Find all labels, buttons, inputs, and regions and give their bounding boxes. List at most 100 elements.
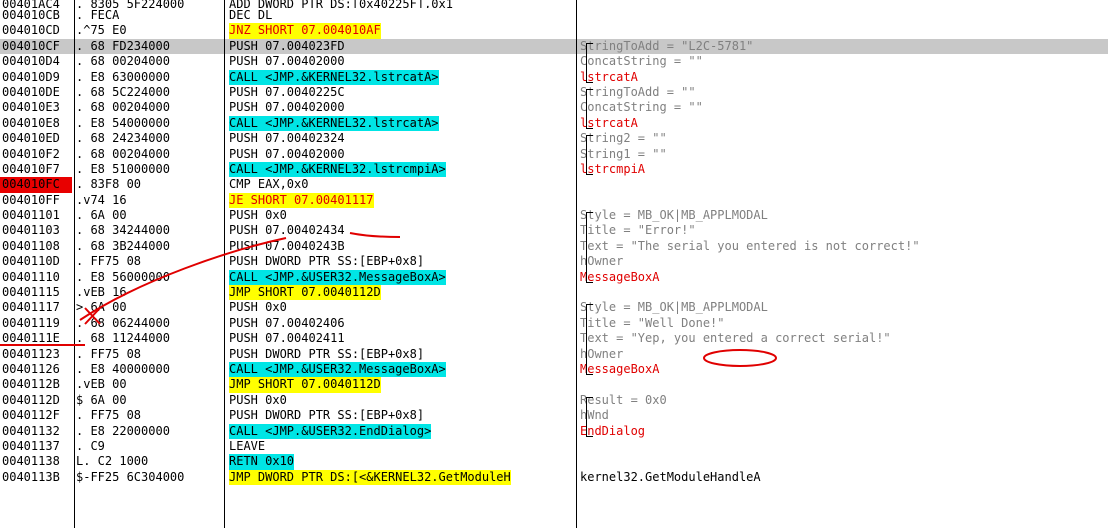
table-row[interactable]: 004010ED . 68 24234000 PUSH 07.00402324 Str…: [0, 131, 1108, 146]
disassembly-cell[interactable]: PUSH 07.00402411: [229, 331, 345, 346]
table-row[interactable]: 0040111E . 68 11244000 PUSH 07.00402411 Tex…: [0, 331, 1108, 346]
hex-dump-cell[interactable]: .vEB 16: [76, 285, 222, 300]
disassembly-cell[interactable]: ADD DWORD PTR DS:[0x40225F],0x1: [229, 0, 453, 8]
disassembly-cell[interactable]: CALL <JMP.&USER32.MessageBoxA>: [229, 269, 446, 286]
table-row[interactable]: 00401101 . 6A 00 PUSH 0x0 Style = MB_OK|MB_…: [0, 208, 1108, 223]
address-cell[interactable]: 0040111E: [0, 331, 72, 346]
table-row[interactable]: 004010FF .v74 16 JE SHORT 07.00401117: [0, 192, 1108, 209]
disassembly-cell[interactable]: PUSH 0x0: [229, 393, 287, 408]
table-row[interactable]: 004010D9 . E8 63000000 CALL <JMP.&KERNEL32…: [0, 69, 1108, 85]
table-row[interactable]: 00401132 . E8 22000000 CALL <JMP.&USER32.E…: [0, 423, 1108, 439]
table-row[interactable]: 00401138 L. C2 1000 RETN 0x10: [0, 454, 1108, 470]
address-cell[interactable]: 00401110: [0, 270, 72, 285]
hex-dump-cell[interactable]: . 68 00204000: [76, 147, 222, 162]
hex-dump-cell[interactable]: . 68 00204000: [76, 100, 222, 115]
table-row[interactable]: 004010DE . 68 5C224000 PUSH 07.0040225C Str…: [0, 85, 1108, 100]
hex-dump-cell[interactable]: L. C2 1000: [76, 454, 222, 469]
comment-cell[interactable]: hWnd: [580, 408, 609, 423]
table-row[interactable]: 00401110 . E8 56000000 CALL <JMP.&USER32.M…: [0, 269, 1108, 286]
hex-dump-cell[interactable]: . 68 3B244000: [76, 239, 222, 254]
hex-dump-cell[interactable]: . FECA: [76, 8, 222, 23]
hex-dump-cell[interactable]: . 68 24234000: [76, 131, 222, 146]
address-cell[interactable]: 00401126: [0, 362, 72, 377]
disassembly-cell[interactable]: PUSH 07.0040225C: [229, 85, 345, 100]
disassembly-cell[interactable]: CALL <JMP.&KERNEL32.lstrcatA>: [229, 115, 439, 132]
disassembly-cell[interactable]: PUSH DWORD PTR SS:[EBP+0x8]: [229, 347, 424, 362]
address-cell[interactable]: 00401138: [0, 454, 72, 469]
disassembly-cell[interactable]: PUSH 07.00402000: [229, 100, 345, 115]
hex-dump-cell[interactable]: . E8 51000000: [76, 162, 222, 177]
disassembly-cell[interactable]: PUSH 07.00402000: [229, 54, 345, 69]
table-row[interactable]: 00401137 . C9 LEAVE: [0, 439, 1108, 454]
disassembly-cell[interactable]: PUSH 0x0: [229, 300, 287, 315]
table-row[interactable]: 00401126 . E8 40000000 CALL <JMP.&USER32.M…: [0, 361, 1108, 378]
table-row[interactable]: 00401115 .vEB 16 JMP SHORT 07.0040112D: [0, 285, 1108, 301]
disassembly-cell[interactable]: LEAVE: [229, 439, 265, 454]
table-row[interactable]: 004010CD .^75 E0 JNZ SHORT 07.004010AF: [0, 23, 1108, 39]
hex-dump-cell[interactable]: . FF75 08: [76, 347, 222, 362]
comment-cell[interactable]: Text = "The serial you entered is not co…: [580, 239, 920, 254]
hex-dump-cell[interactable]: . E8 22000000: [76, 424, 222, 439]
disassembly-cell[interactable]: RETN 0x10: [229, 454, 295, 470]
address-cell[interactable]: 004010ED: [0, 131, 72, 146]
address-cell[interactable]: 0040112F: [0, 408, 72, 423]
address-cell[interactable]: 00401103: [0, 223, 72, 238]
address-cell[interactable]: 00401132: [0, 424, 72, 439]
table-row[interactable]: 004010FC . 83F8 00 CMP EAX,0x0: [0, 177, 1108, 193]
address-cell[interactable]: 00401108: [0, 239, 72, 254]
comment-cell[interactable]: Style = MB_OK|MB_APPLMODAL: [580, 208, 768, 223]
comment-cell[interactable]: Text = "Yep, you entered a correct seria…: [580, 331, 891, 346]
address-cell[interactable]: 004010E3: [0, 100, 72, 115]
comment-cell[interactable]: StringToAdd = "": [580, 85, 696, 100]
comment-cell[interactable]: String2 = "": [580, 131, 667, 146]
table-row[interactable]: 00401108 . 68 3B244000 PUSH 07.0040243B Tex…: [0, 239, 1108, 254]
table-row[interactable]: 00401AC4 . 8305 5F224000 ADD DWORD PTR DS:…: [0, 0, 1108, 8]
disassembly-cell[interactable]: PUSH 07.0040243B: [229, 239, 345, 254]
disassembly-cell[interactable]: PUSH 07.00402406: [229, 316, 345, 331]
disassembly-cell[interactable]: CALL <JMP.&USER32.EndDialog>: [229, 423, 432, 439]
table-row[interactable]: 004010E3 . 68 00204000 PUSH 07.00402000 Con…: [0, 100, 1108, 115]
address-cell[interactable]: 004010E8: [0, 116, 72, 131]
comment-cell[interactable]: Title = "Error!": [580, 223, 696, 238]
address-cell[interactable]: 00401123: [0, 347, 72, 362]
address-cell[interactable]: 004010F2: [0, 147, 72, 162]
hex-dump-cell[interactable]: . E8 40000000: [76, 362, 222, 377]
hex-dump-cell[interactable]: . 68 5C224000: [76, 85, 222, 100]
disassembly-pane[interactable]: 00401AC4 . 8305 5F224000 ADD DWORD PTR DS:…: [0, 0, 1108, 486]
hex-dump-cell[interactable]: . 68 FD234000: [76, 39, 222, 54]
address-cell[interactable]: 0040113B: [0, 470, 72, 485]
hex-dump-cell[interactable]: $ 6A 00: [76, 393, 222, 408]
comment-cell[interactable]: Result = 0x0: [580, 393, 667, 408]
disassembly-cell[interactable]: JMP SHORT 07.0040112D: [229, 285, 381, 301]
address-cell[interactable]: 00401117: [0, 300, 72, 315]
hex-dump-cell[interactable]: . 83F8 00: [76, 177, 222, 192]
address-cell[interactable]: 00401101: [0, 208, 72, 223]
table-row[interactable]: 00401117 > 6A 00 PUSH 0x0 Style = MB_OK|MB_…: [0, 300, 1108, 315]
table-row[interactable]: 004010F2 . 68 00204000 PUSH 07.00402000 Str…: [0, 147, 1108, 162]
disassembly-cell[interactable]: PUSH DWORD PTR SS:[EBP+0x8]: [229, 254, 424, 269]
hex-dump-cell[interactable]: . 68 06244000: [76, 316, 222, 331]
table-row[interactable]: 0040112D $ 6A 00 PUSH 0x0 Result = 0x0: [0, 393, 1108, 408]
address-cell[interactable]: 0040112D: [0, 393, 72, 408]
disassembly-cell[interactable]: PUSH 07.00402000: [229, 147, 345, 162]
address-cell[interactable]: 00401115: [0, 285, 72, 300]
hex-dump-cell[interactable]: > 6A 00: [76, 300, 222, 315]
disassembly-cell[interactable]: JNZ SHORT 07.004010AF: [229, 23, 381, 39]
table-row[interactable]: 0040113B $-FF25 6C304000 JMP DWORD PTR DS:…: [0, 469, 1108, 486]
address-cell[interactable]: 004010CB: [0, 8, 72, 23]
hex-dump-cell[interactable]: . FF75 08: [76, 254, 222, 269]
hex-dump-cell[interactable]: . C9: [76, 439, 222, 454]
table-row[interactable]: 0040112F . FF75 08 PUSH DWORD PTR SS:[EBP+…: [0, 408, 1108, 423]
disassembly-cell[interactable]: PUSH 0x0: [229, 208, 287, 223]
comment-cell[interactable]: Style = MB_OK|MB_APPLMODAL: [580, 300, 768, 315]
table-row[interactable]: 00401119 . 68 06244000 PUSH 07.00402406 Tit…: [0, 316, 1108, 331]
hex-dump-cell[interactable]: .vEB 00: [76, 377, 222, 392]
hex-dump-cell[interactable]: . E8 63000000: [76, 70, 222, 85]
address-cell[interactable]: 0040112B: [0, 377, 72, 392]
hex-dump-cell[interactable]: . 6A 00: [76, 208, 222, 223]
disassembly-cell[interactable]: CALL <JMP.&USER32.MessageBoxA>: [229, 361, 446, 378]
table-row[interactable]: 004010CF . 68 FD234000 PUSH 07.004023FD Str…: [0, 38, 1108, 55]
hex-dump-cell[interactable]: . E8 54000000: [76, 116, 222, 131]
comment-cell[interactable]: ConcatString = "": [580, 100, 703, 115]
hex-dump-cell[interactable]: .v74 16: [76, 193, 222, 208]
